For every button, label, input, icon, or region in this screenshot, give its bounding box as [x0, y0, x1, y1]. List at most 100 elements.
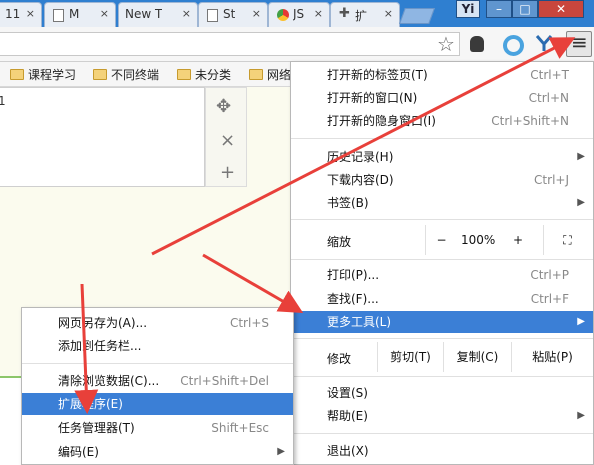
line-number: 1 — [0, 94, 6, 108]
tab-5-close-icon[interactable]: × — [314, 7, 323, 20]
cut-button[interactable]: 剪切(T) — [377, 342, 443, 372]
menu-label: 更多工具(L) — [327, 315, 392, 329]
tab-4[interactable]: St × — [198, 2, 268, 27]
tab-3-close-icon[interactable]: × — [182, 7, 191, 20]
menu-label: 网页另存为(A)... — [58, 316, 148, 330]
bookmark-folder[interactable]: 课程学习 — [10, 66, 76, 83]
bookmark-label: 网络 — [267, 68, 292, 82]
star-icon[interactable]: ☆ — [437, 32, 457, 56]
submenu-arrow-icon: ▶ — [577, 151, 585, 162]
minimize-button[interactable]: – — [486, 0, 512, 18]
edit-label: 修改 — [327, 352, 352, 366]
fullscreen-icon[interactable]: ⛶ — [543, 225, 591, 255]
menu-label: 添加到任务栏... — [58, 339, 142, 353]
tab-6[interactable]: ✚ 扩 × — [330, 2, 400, 27]
submenu-arrow-icon: ▶ — [577, 410, 585, 421]
address-bar[interactable] — [0, 32, 460, 56]
submenu-item-extensions[interactable]: 扩展程序(E) — [22, 393, 293, 415]
folder-icon — [10, 69, 24, 80]
menu-item-new-tab[interactable]: 打开新的标签页(T) Ctrl+T — [291, 64, 593, 86]
paste-button[interactable]: 粘贴(P) — [511, 342, 593, 372]
edit-row: 修改 剪切(T) 复制(C) 粘贴(P) — [291, 342, 593, 372]
menu-item-print[interactable]: 打印(P)... Ctrl+P — [291, 264, 593, 286]
menu-item-history[interactable]: 历史记录(H) ▶ — [291, 146, 593, 168]
menu-item-settings[interactable]: 设置(S) — [291, 382, 593, 404]
submenu-item-encoding[interactable]: 编码(E) ▶ — [22, 441, 293, 463]
menu-label: 打开新的标签页(T) — [327, 68, 428, 82]
menu-item-bookmarks[interactable]: 书签(B) ▶ — [291, 192, 593, 214]
menu-item-find[interactable]: 查找(F)... Ctrl+F — [291, 288, 593, 310]
menu-shortcut: Shift+Esc — [211, 421, 269, 435]
menu-item-help[interactable]: 帮助(E) ▶ — [291, 405, 593, 427]
copy-button[interactable]: 复制(C) — [443, 342, 511, 372]
tab-1[interactable]: 11 × — [0, 2, 42, 27]
menu-shortcut: Ctrl+S — [229, 316, 269, 330]
tab-3-title: New T — [125, 7, 163, 21]
evernote-icon[interactable] — [470, 36, 484, 52]
page-icon — [53, 9, 64, 22]
maximize-button[interactable]: □ — [512, 0, 538, 18]
tab-4-close-icon[interactable]: × — [252, 7, 261, 20]
menu-label: 帮助(E) — [327, 409, 368, 423]
move-icon[interactable]: ✥ — [216, 96, 231, 117]
menu-shortcut: Ctrl+J — [534, 173, 569, 187]
menu-item-downloads[interactable]: 下载内容(D) Ctrl+J — [291, 169, 593, 191]
menu-label: 扩展程序(E) — [58, 397, 123, 411]
tab-2[interactable]: M × — [44, 2, 116, 27]
menu-shortcut: Ctrl+P — [530, 268, 569, 282]
user-badge[interactable]: Yi — [456, 0, 480, 18]
menu-label: 退出(X) — [327, 444, 369, 458]
more-tools-submenu: 网页另存为(A)... Ctrl+S 添加到任务栏... 清除浏览数据(C)...… — [21, 307, 294, 465]
menu-separator — [22, 363, 293, 364]
tab-1-close-icon[interactable]: × — [26, 7, 35, 20]
new-tab-button[interactable] — [399, 8, 435, 24]
menu-separator — [291, 376, 593, 377]
chrome-icon — [277, 9, 289, 21]
menu-label: 历史记录(H) — [327, 150, 394, 164]
zoom-value: 100% — [461, 233, 496, 247]
menu-separator — [291, 138, 593, 139]
menu-separator — [291, 259, 593, 260]
tab-4-title: St — [223, 7, 236, 21]
folder-icon — [249, 69, 263, 80]
vpn-extension-icon[interactable] — [534, 33, 554, 53]
menu-label: 书签(B) — [327, 196, 369, 210]
menu-label: 打开新的窗口(N) — [327, 91, 418, 105]
tab-6-title: 扩 — [355, 9, 368, 23]
tab-5[interactable]: JS × — [268, 2, 330, 27]
menu-shortcut: Ctrl+Shift+Del — [180, 374, 269, 388]
tab-6-close-icon[interactable]: × — [384, 7, 393, 20]
bookmark-label: 课程学习 — [28, 68, 77, 82]
chrome-menu-button[interactable]: ≡ — [566, 30, 592, 57]
menu-item-exit[interactable]: 退出(X) — [291, 440, 593, 462]
menu-shortcut: Ctrl+Shift+N — [491, 114, 569, 128]
bookmark-folder[interactable]: 未分类 — [177, 66, 231, 83]
folder-icon — [93, 69, 107, 80]
bookmark-folder[interactable]: 网络 — [249, 66, 291, 83]
menu-shortcut: Ctrl+T — [530, 68, 569, 82]
ring-extension-icon[interactable] — [503, 35, 524, 56]
chrome-main-menu: 打开新的标签页(T) Ctrl+T 打开新的窗口(N) Ctrl+N 打开新的隐身窗… — [290, 61, 594, 465]
submenu-item-add-to-taskbar[interactable]: 添加到任务栏... — [22, 335, 293, 357]
code-panel: 1 — [0, 87, 205, 187]
zoom-in-button[interactable]: + — [503, 225, 533, 255]
close-window-button[interactable]: ✕ — [538, 0, 584, 18]
zoom-row: 缩放 − 100% + ⛶ — [291, 225, 593, 255]
menu-item-more-tools[interactable]: 更多工具(L) ▶ — [291, 311, 593, 333]
zoom-out-button[interactable]: − — [425, 225, 457, 255]
bookmark-label: 不同终端 — [111, 68, 160, 82]
add-icon[interactable]: + — [220, 162, 235, 183]
bookmark-folder[interactable]: 不同终端 — [93, 66, 159, 83]
submenu-item-task-manager[interactable]: 任务管理器(T) Shift+Esc — [22, 417, 293, 439]
tab-3[interactable]: New T × — [118, 2, 198, 27]
menu-item-new-window[interactable]: 打开新的窗口(N) Ctrl+N — [291, 87, 593, 109]
menu-icon: ≡ — [571, 30, 588, 54]
submenu-item-clear-data[interactable]: 清除浏览数据(C)... Ctrl+Shift+Del — [22, 370, 293, 392]
menu-item-incognito[interactable]: 打开新的隐身窗口(I) Ctrl+Shift+N — [291, 110, 593, 132]
tab-2-close-icon[interactable]: × — [100, 7, 109, 20]
menu-shortcut: Ctrl+F — [530, 292, 569, 306]
submenu-item-save-page[interactable]: 网页另存为(A)... Ctrl+S — [22, 312, 293, 334]
close-icon[interactable]: × — [220, 130, 235, 151]
page-icon — [207, 9, 218, 22]
menu-label: 下载内容(D) — [327, 173, 394, 187]
